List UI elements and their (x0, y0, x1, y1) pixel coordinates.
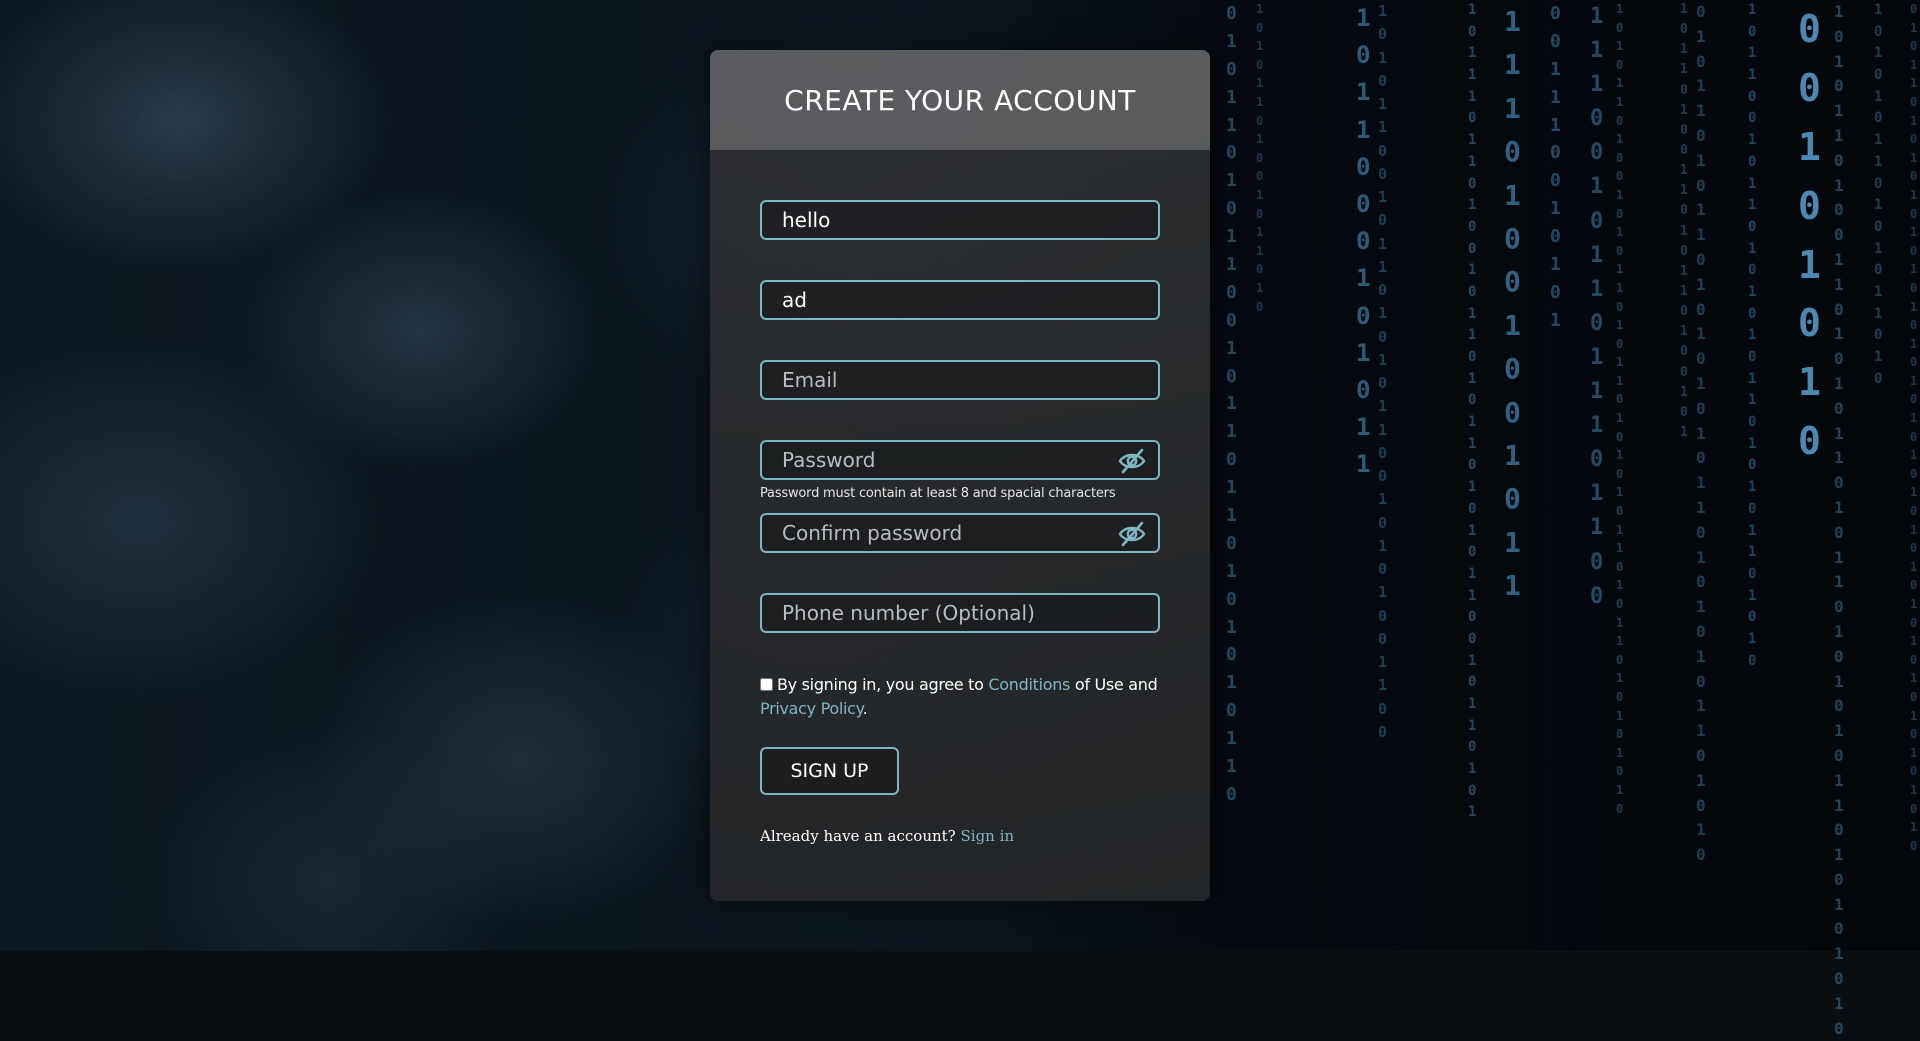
privacy-policy-link[interactable]: Privacy Policy (760, 699, 863, 718)
email-input[interactable] (762, 362, 1158, 398)
terms-prefix: By signing in, you agree to (777, 675, 989, 694)
signin-link[interactable]: Sign in (961, 827, 1015, 845)
password-field (760, 440, 1160, 480)
confirm-password-input[interactable] (762, 515, 1158, 551)
confirm-password-field (760, 513, 1160, 553)
email-field (760, 360, 1160, 400)
conditions-link[interactable]: Conditions (988, 675, 1070, 694)
password-input[interactable] (762, 442, 1158, 478)
first-name-field (760, 200, 1160, 240)
last-name-field (760, 280, 1160, 320)
terms-agreement: By signing in, you agree to Conditions o… (760, 673, 1160, 721)
terms-suffix: . (862, 699, 868, 718)
signup-card: CREATE YOUR ACCOUNT Password must contai… (710, 50, 1210, 901)
last-name-input[interactable] (762, 282, 1158, 318)
password-hint: Password must contain at least 8 and spa… (760, 486, 1116, 501)
signup-button[interactable]: SIGN UP (760, 747, 899, 795)
eye-slash-icon[interactable] (1118, 448, 1146, 474)
phone-input[interactable] (762, 595, 1158, 631)
signup-form: Password must contain at least 8 and spa… (760, 200, 1160, 845)
terms-checkbox[interactable] (760, 678, 773, 691)
signin-prompt: Already have an account? Sign in (760, 827, 1160, 845)
card-header: CREATE YOUR ACCOUNT (710, 50, 1210, 150)
page-title: CREATE YOUR ACCOUNT (784, 83, 1136, 117)
terms-middle: of Use and (1070, 675, 1158, 694)
phone-field (760, 593, 1160, 633)
eye-slash-icon[interactable] (1118, 521, 1146, 547)
signin-prompt-text: Already have an account? (760, 827, 961, 845)
first-name-input[interactable] (762, 202, 1158, 238)
